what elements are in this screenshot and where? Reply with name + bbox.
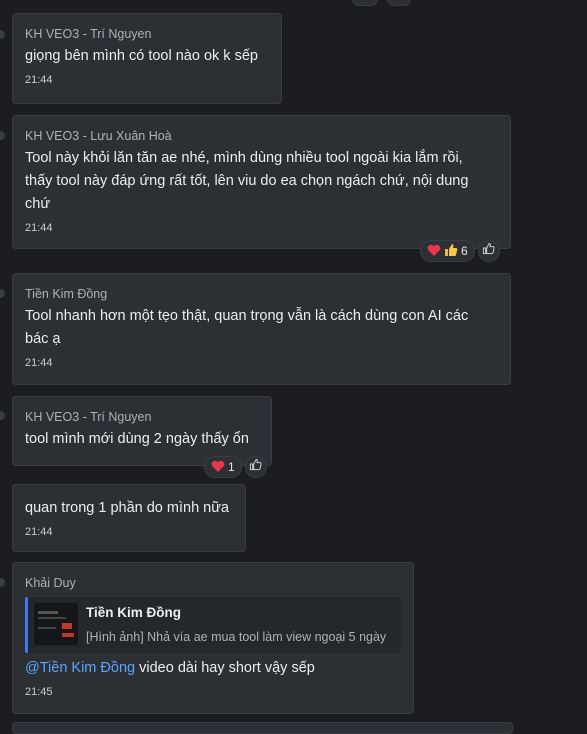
avatar [0,411,5,420]
chat-message[interactable]: Khải Duy Tiền Kim Đồng [Hình ảnh] Nhả ví… [12,562,414,714]
reaction-summary[interactable]: 6 [420,240,475,262]
mention-link[interactable]: @Tiền Kim Đồng [25,660,135,676]
sender-name: Khải Duy [25,576,76,590]
reaction-bar: 6 [420,240,500,262]
message-time: 21:45 [25,686,53,698]
reaction-count: 6 [461,244,468,258]
chat-message[interactable]: KH VEO3 - Trí Nguyen giọng bên mình có t… [12,13,282,104]
reaction-summary[interactable]: 1 [204,456,242,478]
message-text: Tool nhanh hơn một tẹo thật, quan trọng … [25,308,469,347]
avatar [0,289,5,298]
message-text: giọng bên mình có tool nào ok k sếp [25,48,258,64]
sender-name: KH VEO3 - Trí Nguyen [25,410,152,424]
like-button[interactable] [244,456,267,478]
top-like-stub [387,0,411,6]
message-text: Tool này khỏi lăn tăn ae nhé, mình dùng … [25,150,469,212]
sender-name: KH VEO3 - Trí Nguyen [25,27,152,41]
chat-message-partial [12,722,513,734]
like-button[interactable] [477,240,500,262]
chat-message[interactable]: Tiền Kim Đồng Tool nhanh hơn một tẹo thậ… [12,273,511,385]
message-time: 21:44 [25,357,53,369]
sender-name: Tiền Kim Đồng [25,287,108,301]
message-text: @Tiền Kim Đồng video dài hay short vậy s… [25,660,315,676]
like-outline-icon [482,242,495,260]
quote-snippet: [Hình ảnh] Nhả vía ae mua tool làm view … [86,630,387,644]
avatar [0,30,5,39]
quote-thumbnail [34,603,78,645]
reaction-count: 1 [228,460,235,474]
message-time: 21:44 [25,222,53,234]
heart-icon [427,244,441,259]
reaction-bar: 1 [204,456,267,478]
like-outline-icon [249,458,262,476]
quoted-message[interactable]: Tiền Kim Đồng [Hình ảnh] Nhả vía ae mua … [25,597,401,653]
message-time: 21:44 [25,74,53,86]
chat-message[interactable]: quan trong 1 phần do mình nữa 21:44 [12,484,246,552]
message-text: quan trong 1 phần do mình nữa [25,500,229,516]
avatar [0,578,5,587]
message-time: 21:44 [25,526,53,538]
quote-author: Tiền Kim Đồng [86,605,182,620]
sender-name: KH VEO3 - Lưu Xuân Hoà [25,129,172,143]
thumbs-up-icon [444,243,458,259]
message-text: tool mình mới dùng 2 ngày thấy ổn [25,431,249,447]
chat-message[interactable]: KH VEO3 - Lưu Xuân Hoà Tool này khỏi lăn… [12,115,511,249]
top-reaction-stub [352,0,378,6]
avatar [0,131,5,140]
heart-icon [211,460,225,475]
